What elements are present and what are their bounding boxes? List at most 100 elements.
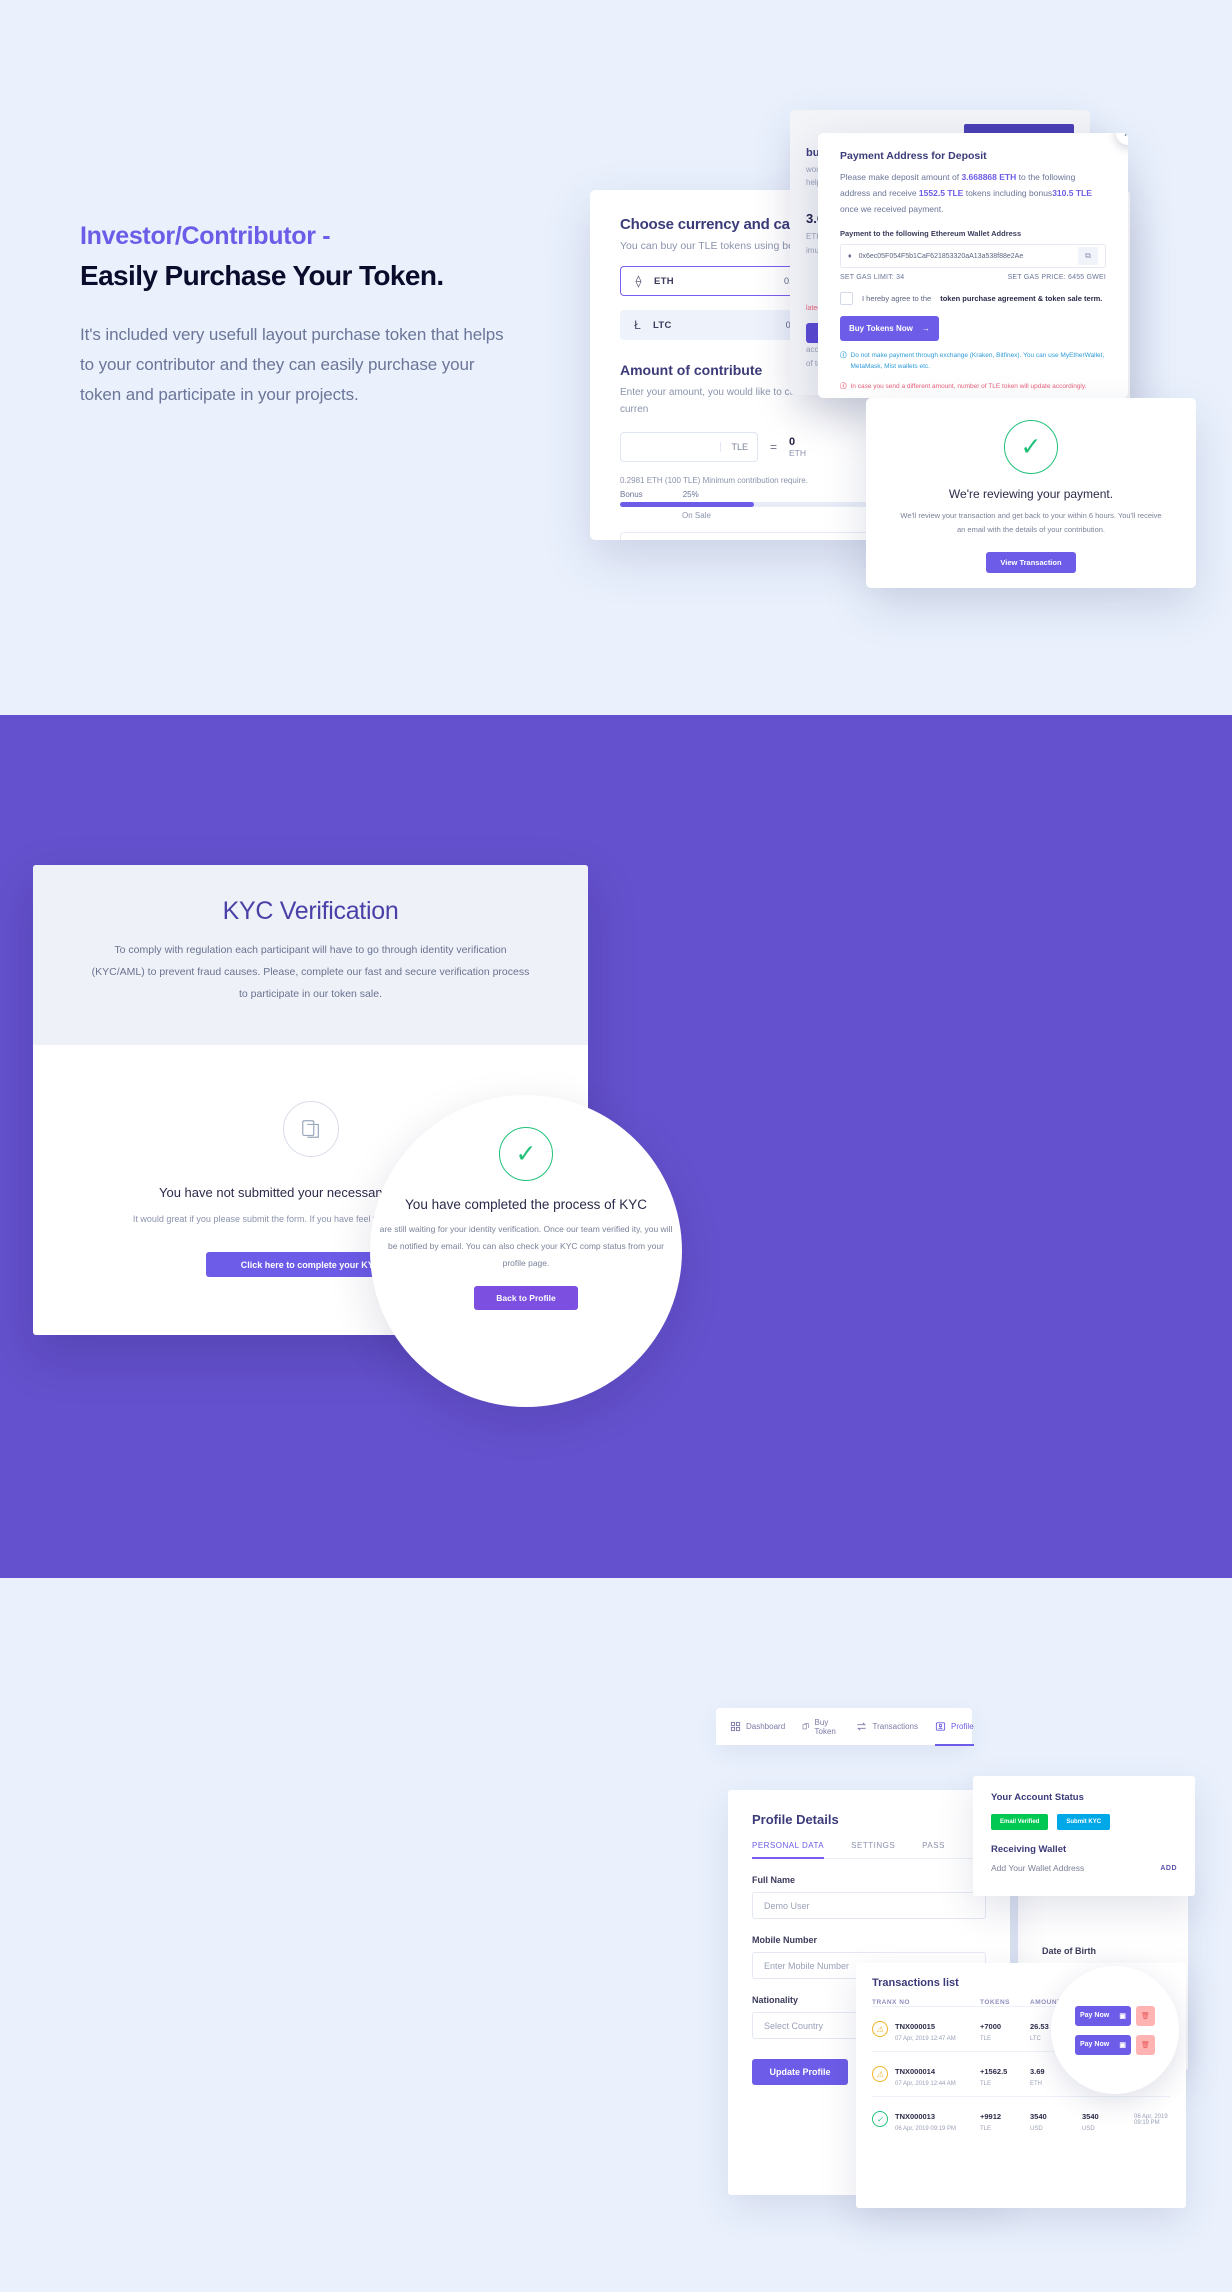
full-name-input[interactable]: Demo User	[752, 1892, 986, 1919]
add-wallet-button[interactable]: ADD	[1160, 1865, 1177, 1872]
view-transaction-button[interactable]: View Transaction	[986, 551, 1076, 573]
check-circle-icon: ✓	[1004, 420, 1058, 474]
amount-unit: ETH	[1030, 2081, 1042, 2087]
tranx-no: TNX000013	[895, 2112, 936, 2121]
field-label-full-name: Full Name	[752, 1875, 796, 1885]
pay-now-label: Pay Now	[1080, 2041, 1110, 2048]
row-actions-1: Pay Now ▣ 🗑	[1075, 2005, 1155, 2026]
col-tokens: TOKENS	[980, 1999, 1010, 2006]
conversion-result: 0 ETH	[789, 436, 806, 458]
nav-label: Transactions	[872, 1722, 918, 1731]
wallet-address-field[interactable]: ♦ 0x6ec05F054F5b1CaF621853320aA13a538f88…	[840, 244, 1106, 269]
col-tranx-no: TRANX NO	[872, 1999, 910, 2006]
nav-item-profile[interactable]: Profile	[934, 1708, 974, 1746]
note-amount: ⓘ In case you send a different amount, nu…	[840, 382, 1106, 392]
grid-icon	[730, 1721, 741, 1732]
token-amount: 1552.5 TLE	[918, 188, 964, 199]
amount-value: 26.53	[1030, 2022, 1049, 2031]
kyc-intro: To comply with regulation each participa…	[91, 944, 530, 1001]
tranx-info: TNX000013 06 Apr, 2019 09:19 PM	[895, 2106, 956, 2132]
agree-terms[interactable]: token purchase agreement & token sale te…	[940, 294, 1102, 303]
ltc-icon: Ł	[634, 318, 641, 332]
agree-pre: I hereby agree to the	[862, 294, 932, 304]
arrow-right-icon: →	[922, 324, 930, 334]
check-icon: ✓	[872, 2111, 888, 2127]
status-badge-submit-kyc[interactable]: Submit KYC	[1057, 1814, 1111, 1830]
copy-icon[interactable]: ⧉	[1078, 247, 1098, 266]
currency-code: LTC	[653, 319, 672, 331]
account-status-mockup: Your Account Status Email Verified Submi…	[973, 1776, 1195, 1896]
tokens-cell: +9912 TLE	[980, 2106, 1030, 2132]
result-value: 0	[789, 436, 796, 448]
gas-row: SET GAS LIMIT: 34 SET GAS PRICE: 6455 GW…	[840, 274, 1106, 281]
result-unit: ETH	[789, 448, 807, 458]
wallet-row: Add Your Wallet Address ADD	[991, 1863, 1177, 1873]
close-icon[interactable]: ✕	[1116, 133, 1128, 145]
tokens-value: +7000	[980, 2022, 1002, 2031]
row-actions-2: Pay Now ▣ 🗑	[1075, 2034, 1155, 2055]
note-exchange: ⓘ Do not make payment through exchange (K…	[840, 351, 1106, 372]
note-text: In case you send a different amount, num…	[850, 383, 1087, 391]
tokens-unit: TLE	[980, 2036, 992, 2042]
kyc-title: KYC Verification	[222, 897, 399, 925]
wallet-label: Payment to the following Ethereum Wallet…	[840, 229, 1022, 239]
tokens-unit: TLE	[980, 2126, 992, 2132]
pay-now-label: Pay Now	[1080, 2012, 1110, 2019]
pay-now-button[interactable]: Pay Now ▣	[1075, 2034, 1131, 2055]
tab-password[interactable]: PASS	[922, 1841, 945, 1850]
table-row[interactable]: ✓ TNX000013 06 Apr, 2019 09:19 PM +9912 …	[872, 2096, 1170, 2141]
bonus-label: Bonus	[620, 490, 643, 499]
section1-copy: Investor/Contributor - Easily Purchase Y…	[80, 220, 510, 410]
tokens-unit: TLE	[980, 2081, 992, 2087]
review-title: We're reviewing your payment.	[948, 487, 1114, 501]
tranx-no: TNX000014	[895, 2067, 936, 2076]
agreement-checkbox-row[interactable]: I hereby agree to the token purchase agr…	[840, 292, 1106, 306]
usd-unit: USD	[1082, 2126, 1095, 2132]
amount-unit: TLE	[720, 442, 748, 452]
tokens-cell: +1562.5 TLE	[980, 2061, 1030, 2087]
tab-personal-data[interactable]: PERSONAL DATA	[752, 1841, 825, 1859]
pay-now-button[interactable]: Pay Now ▣	[1075, 2005, 1131, 2026]
nav-item-buy-token[interactable]: Buy Token	[802, 1708, 839, 1745]
section1-eyebrow: Investor/Contributor -	[80, 222, 331, 250]
tranx-info: TNX000014 07 Apr, 2019 12:44 AM	[895, 2061, 956, 2087]
gas-limit: SET GAS LIMIT: 34	[840, 274, 905, 282]
tranx-date: 06 Apr, 2019 09:19 PM	[895, 2126, 957, 2132]
bubble-body: are still waiting for your identity veri…	[379, 1224, 673, 1268]
nav-item-dashboard[interactable]: Dashboard	[730, 1708, 785, 1745]
amount-input[interactable]: TLE	[620, 432, 758, 462]
bonus-amount: 310.5 TLE	[1052, 188, 1092, 199]
checkbox-icon[interactable]	[840, 292, 853, 306]
section1-body: It's included very usefull layout purcha…	[80, 325, 504, 404]
wallet-icon: ▣	[1119, 2012, 1126, 2020]
tab-settings[interactable]: SETTINGS	[851, 1841, 895, 1850]
currency-code: ETH	[654, 275, 674, 287]
tranx-date: 07 Apr, 2019 12:44 AM	[895, 2081, 956, 2087]
buy-tokens-button[interactable]: Buy Tokens Now →	[840, 316, 939, 342]
field-label-dob: Date of Birth	[1042, 1946, 1096, 1956]
amount-unit: USD	[1030, 2126, 1043, 2132]
delete-button[interactable]: 🗑	[1136, 2034, 1155, 2055]
back-to-profile-button[interactable]: Back to Profile	[474, 1286, 578, 1310]
field-value: Demo User	[764, 1900, 810, 1911]
update-profile-button[interactable]: Update Profile	[752, 2059, 848, 2085]
wallet-address: 0x6ec05F054F5b1CaF621853320aA13a538f88e2…	[858, 252, 1024, 260]
status-badge-email-verified: Email Verified	[991, 1814, 1049, 1830]
equals-sign: =	[770, 440, 778, 454]
tranx-info: TNX000015 07 Apr, 2019 12:47 AM	[895, 2016, 956, 2042]
wallet-placeholder: Add Your Wallet Address	[991, 1863, 1085, 1873]
delete-button[interactable]: 🗑	[1136, 2005, 1155, 2026]
usd-value: 3540	[1082, 2112, 1099, 2121]
tranx-no: TNX000015	[895, 2022, 936, 2031]
field-value: Select Country	[764, 2020, 824, 2031]
nav-item-transactions[interactable]: Transactions	[856, 1708, 918, 1745]
field-label-mobile: Mobile Number	[752, 1935, 818, 1945]
desc-mid2: tokens including bonus	[963, 188, 1053, 199]
payment-dialog-mockup: ✕ Payment Address for Deposit Please mak…	[818, 133, 1128, 398]
tranx-date: 07 Apr, 2019 12:47 AM	[895, 2036, 956, 2042]
kyc-header: KYC Verification To comply with regulati…	[33, 865, 588, 1046]
bonus-percent: 25%	[682, 490, 699, 499]
status-badges: Email Verified Submit KYC	[991, 1814, 1177, 1830]
nav-label: Dashboard	[746, 1722, 786, 1731]
section-purchase-token: Investor/Contributor - Easily Purchase Y…	[0, 0, 1232, 715]
